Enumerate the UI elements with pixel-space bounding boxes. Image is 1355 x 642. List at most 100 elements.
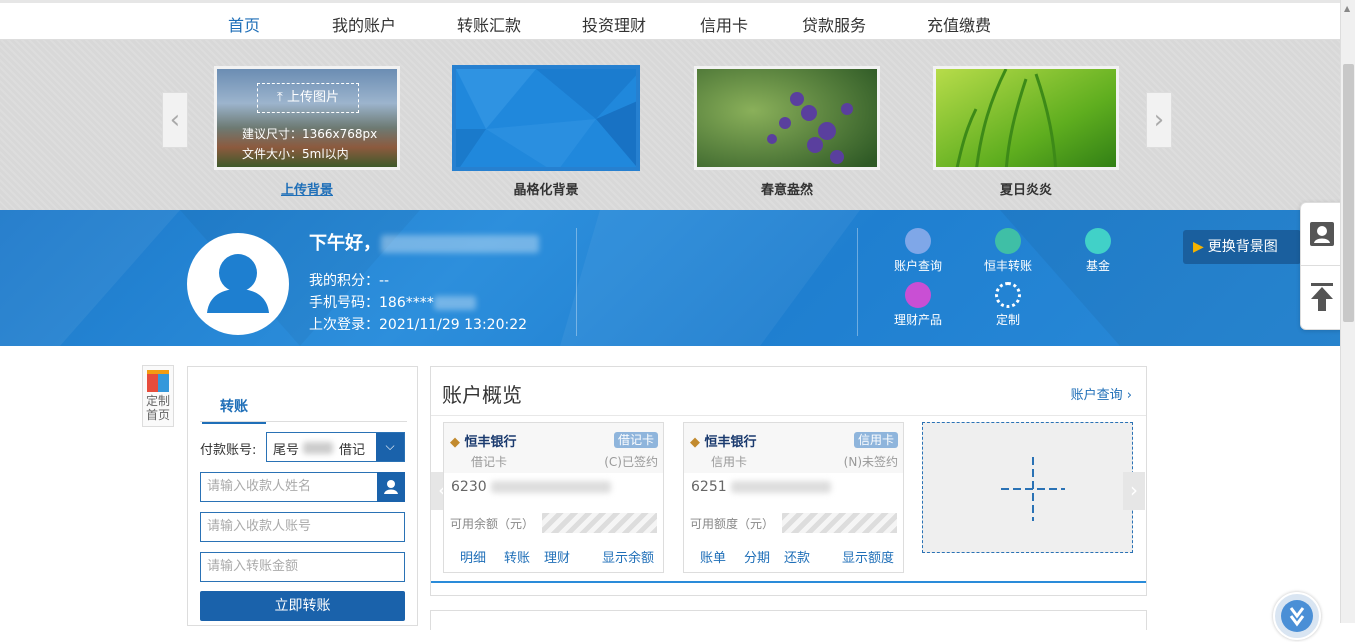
payer-suffix: 借记 (339, 443, 366, 458)
background-chooser: ‹ ⤒ 上传图片 建议尺寸：1366x768px 文件大小：5ml以内 上传背景… (0, 40, 1340, 210)
greeting-text: 下午好， (309, 233, 381, 254)
payee-account-input[interactable]: 请输入收款人账号 (200, 512, 405, 542)
card-number: 6251 (691, 479, 832, 495)
quick-account-query[interactable]: 账户查询 (888, 228, 948, 274)
contact-picker-icon[interactable] (377, 472, 405, 502)
scroll-up-icon[interactable]: ▲ (1344, 4, 1350, 13)
balance-label: 可用余额（元） (450, 517, 535, 531)
masked-account-tail (303, 442, 333, 454)
credit-card: ◆ 恒丰银行 信用卡 信用卡 (N)未签约 6251 可用额度（元） 账单 分期… (683, 422, 904, 573)
upload-label: 上传图片 (286, 90, 339, 105)
phone-label: 手机号码：186**** (309, 295, 434, 311)
chevron-down-icon[interactable]: ⌵ (376, 433, 404, 461)
card-action-detail[interactable]: 明细 (460, 547, 486, 566)
thumb-crystal[interactable] (452, 65, 640, 171)
payer-account-select[interactable]: 尾号 借记 ⌵ (266, 432, 405, 462)
quick-label: 账户查询 (893, 259, 942, 273)
change-background-button[interactable]: ▶ 更换背景图 (1183, 230, 1301, 264)
masked-card-number (491, 481, 612, 493)
bank-logo: ◆ 恒丰银行 (450, 431, 517, 450)
submit-transfer-button[interactable]: 立即转账 (200, 591, 405, 621)
gear-icon (995, 282, 1021, 308)
nav-item-my-account[interactable]: 我的账户 (332, 12, 396, 36)
masked-phone (433, 296, 476, 310)
bank-name: 恒丰银行 (704, 435, 757, 450)
banner-divider-2 (857, 228, 858, 336)
back-to-top-icon[interactable] (1301, 269, 1341, 329)
show-limit-button[interactable]: 显示额度 (842, 547, 894, 566)
overview-title: 账户概览 (442, 383, 522, 407)
thumb-caption-spring[interactable]: 春意盎然 (694, 179, 880, 198)
account-query-icon (905, 228, 931, 254)
card-action-bill[interactable]: 账单 (700, 547, 726, 566)
thumb-spring[interactable] (694, 66, 880, 170)
bank-logo: ◆ 恒丰银行 (690, 431, 757, 450)
add-card-button[interactable] (922, 422, 1133, 553)
card-action-installment[interactable]: 分期 (744, 547, 770, 566)
change-bg-label: 更换背景图 (1207, 239, 1278, 255)
scrollbar[interactable]: ▲ (1340, 0, 1355, 623)
upload-image-button[interactable]: ⤒ 上传图片 (257, 83, 359, 113)
thumb-caption-upload[interactable]: 上传背景 (214, 179, 400, 198)
payee-name-input[interactable]: 请输入收款人姓名 (200, 472, 405, 502)
transfer-panel: 转账 付款账号: 尾号 借记 ⌵ 请输入收款人姓名 请输入收款人账号 请输入转账… (187, 366, 418, 626)
banner-divider-1 (576, 228, 577, 336)
card-status: (C)已签约 (604, 455, 658, 469)
masked-username (381, 235, 539, 253)
masked-card-number (731, 481, 832, 493)
cards-next-arrow[interactable]: › (1123, 472, 1145, 510)
scroll-down-button[interactable] (1273, 592, 1321, 640)
scroll-thumb[interactable] (1343, 64, 1354, 322)
wealth-products-icon (905, 282, 931, 308)
quick-hengfeng-transfer[interactable]: 恒丰转账 (978, 228, 1038, 274)
nav-item-transfer[interactable]: 转账汇款 (457, 12, 521, 36)
top-nav: 首页 我的账户 转账汇款 投资理财 信用卡 贷款服务 充值缴费 (0, 0, 1340, 40)
custom-home-label: 定制首页 (146, 394, 171, 422)
custom-home-button[interactable]: 定制首页 (142, 365, 174, 427)
nav-item-recharge[interactable]: 充值缴费 (927, 12, 991, 36)
thumb-caption-summer[interactable]: 夏日炎炎 (933, 179, 1119, 198)
account-query-link[interactable]: 账户查询 › (1071, 384, 1132, 403)
nav-item-investment[interactable]: 投资理财 (582, 12, 646, 36)
quick-label: 定制 (995, 313, 1020, 327)
thumb-caption-crystal[interactable]: 晶格化背景 (453, 179, 639, 198)
bank-name: 恒丰银行 (464, 435, 517, 450)
bank-logo-icon: ◆ (450, 435, 460, 450)
thumb-upload[interactable]: ⤒ 上传图片 建议尺寸：1366x768px 文件大小：5ml以内 (214, 66, 400, 170)
hidden-credit-limit (782, 513, 897, 533)
quick-wealth-products[interactable]: 理财产品 (888, 282, 948, 328)
chooser-prev-arrow[interactable]: ‹ (162, 92, 188, 148)
quick-fund[interactable]: 基金 (1068, 228, 1128, 274)
nav-item-credit-card[interactable]: 信用卡 (700, 12, 748, 36)
user-banner: 下午好， 我的积分：-- 手机号码：186**** 上次登录：2021/11/2… (0, 210, 1340, 346)
contact-icon[interactable] (1301, 203, 1341, 263)
nav-item-home[interactable]: 首页 (228, 12, 260, 36)
user-avatar-icon (207, 254, 269, 313)
nav-item-loan[interactable]: 贷款服务 (802, 12, 866, 36)
card-status: (N)未签约 (843, 455, 898, 469)
transfer-icon (995, 228, 1021, 254)
card-number-prefix: 6230 (451, 479, 487, 495)
amount-input[interactable]: 请输入转账金额 (200, 552, 405, 582)
next-panel (430, 610, 1147, 630)
avatar[interactable] (187, 233, 289, 335)
show-balance-button[interactable]: 显示余额 (602, 547, 654, 566)
side-divider (1301, 265, 1341, 266)
card-action-transfer[interactable]: 转账 (504, 547, 530, 566)
chooser-next-arrow[interactable]: › (1146, 92, 1172, 148)
arrow-down-icon (1281, 600, 1313, 632)
card-action-repay[interactable]: 还款 (784, 547, 810, 566)
tab-transfer[interactable]: 转账 (202, 396, 266, 424)
points-label: 我的积分：-- (309, 273, 390, 289)
payer-prefix: 尾号 (273, 443, 300, 458)
credit-limit-label: 可用额度（元） (690, 517, 775, 531)
card-action-wealth[interactable]: 理财 (544, 547, 570, 566)
payer-label: 付款账号: (200, 443, 257, 458)
quick-customize[interactable]: 定制 (978, 282, 1038, 328)
upload-icon: ⤒ (277, 90, 287, 105)
overview-bottom-line (431, 581, 1146, 583)
size-hint: 建议尺寸：1366x768px (242, 127, 378, 141)
overview-divider (431, 415, 1146, 416)
account-overview: 账户概览 账户查询 › ‹ ◆ 恒丰银行 借记卡 借记卡 (C)已签约 6230… (430, 366, 1147, 596)
thumb-summer[interactable] (933, 66, 1119, 170)
